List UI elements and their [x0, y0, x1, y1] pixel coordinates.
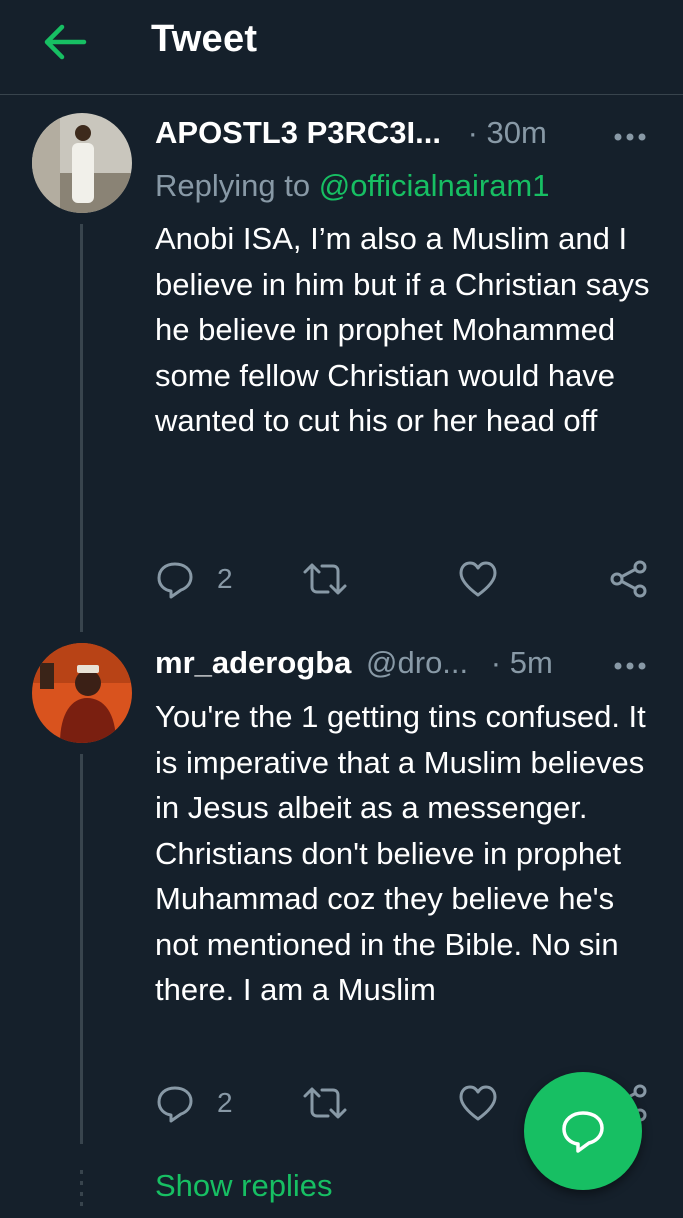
reply-icon	[157, 1086, 193, 1123]
reply-icon	[157, 562, 193, 599]
retweet-icon	[303, 563, 347, 595]
like-button[interactable]	[457, 557, 499, 601]
more-icon	[614, 133, 646, 141]
tweet-header: mr_aderogba @dro... · 5m	[155, 645, 553, 689]
display-name[interactable]: mr_aderogba	[155, 645, 351, 680]
avatar[interactable]	[32, 643, 132, 743]
page-title: Tweet	[151, 18, 258, 60]
avatar[interactable]	[32, 113, 132, 213]
back-button[interactable]	[40, 20, 90, 64]
thread-line	[80, 224, 83, 632]
timestamp[interactable]: · 5m	[491, 645, 553, 680]
reply-count: 2	[217, 563, 233, 594]
retweet-icon	[303, 1087, 347, 1119]
top-bar: Tweet	[0, 0, 683, 95]
like-icon	[459, 561, 497, 597]
thread-dots	[80, 1170, 83, 1206]
show-replies-link[interactable]: Show replies	[155, 1168, 332, 1204]
avatar-photo	[32, 643, 132, 743]
reply-button[interactable]: 2	[155, 557, 233, 601]
more-icon	[614, 662, 646, 670]
tweet-text: Anobi ISA, I’m also a Muslim and I belie…	[155, 221, 650, 438]
reply-count: 2	[217, 1087, 233, 1118]
like-button[interactable]	[457, 1081, 499, 1125]
reply-button[interactable]: 2	[155, 1081, 233, 1125]
retweet-button[interactable]	[301, 557, 349, 601]
back-arrow-icon	[44, 24, 87, 60]
compose-reply-button[interactable]	[524, 1072, 642, 1190]
compose-reply-icon	[562, 1111, 604, 1153]
replying-to: Replying to @officialnairam1	[155, 168, 550, 204]
mention-link[interactable]: @officialnairam1	[319, 168, 550, 203]
avatar-photo	[32, 113, 132, 213]
tweet-header: APOSTL3 P3RC3I... · 30m	[155, 115, 547, 159]
more-button[interactable]	[610, 651, 650, 681]
thread-line	[80, 754, 83, 1144]
like-icon	[459, 1085, 497, 1121]
replying-label: Replying to	[155, 168, 311, 203]
share-button[interactable]	[609, 557, 649, 601]
tweet-text: You're the 1 getting tins confused. It i…	[155, 699, 646, 1007]
username[interactable]: @dro...	[366, 645, 468, 680]
timestamp[interactable]: · 30m	[468, 115, 547, 150]
retweet-button[interactable]	[301, 1081, 349, 1125]
display-name[interactable]: APOSTL3 P3RC3I...	[155, 115, 441, 150]
action-bar: 2	[155, 557, 655, 601]
share-icon	[610, 560, 647, 598]
more-button[interactable]	[610, 122, 650, 152]
